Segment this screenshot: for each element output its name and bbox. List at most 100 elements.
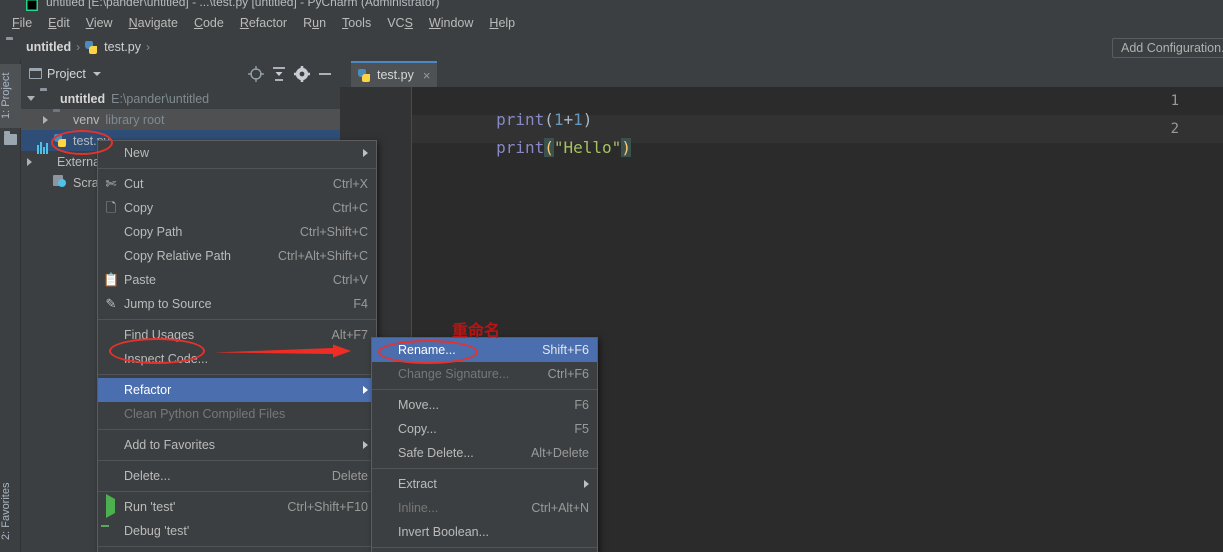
tree-item-untitled[interactable]: untitled E:\pander\untitled [21, 88, 340, 109]
submenu-item-inline: Inline... Ctrl+Alt+N [372, 496, 597, 520]
menu-item-shortcut: Delete [331, 469, 368, 483]
menu-item-label: Refactor [124, 383, 172, 397]
pencil-icon: ✎ [105, 296, 117, 311]
chevron-right-icon [363, 149, 368, 157]
rail-button-favorites[interactable]: 2: Favorites [0, 474, 21, 548]
line-number: 1 [1170, 93, 1179, 109]
chevron-right-icon [363, 441, 368, 449]
menu-refactor[interactable]: Refactor [232, 14, 295, 32]
structure-icon[interactable] [4, 131, 17, 145]
breadcrumb[interactable]: untitled › test.py › [6, 40, 154, 55]
menu-item-jump-to-source[interactable]: ✎ Jump to Source F4 [98, 292, 376, 316]
add-configuration-button[interactable]: Add Configuration... [1112, 38, 1223, 58]
menu-item-cut[interactable]: ✄ Cut Ctrl+X [98, 172, 376, 196]
menu-separator [98, 546, 376, 547]
collapse-all-icon[interactable] [268, 63, 290, 85]
breadcrumb-separator-1: › [76, 40, 81, 54]
library-icon [37, 142, 52, 169]
menu-item-shortcut: Ctrl+F6 [547, 367, 589, 381]
menu-item-shortcut: Ctrl+Shift+C [299, 225, 368, 239]
menu-item-debug-test[interactable]: Debug 'test' [98, 519, 376, 543]
breadcrumb-file[interactable]: test.py [104, 40, 141, 54]
chevron-right-icon[interactable] [43, 115, 48, 124]
debug-icon [103, 523, 119, 539]
menu-edit[interactable]: Edit [40, 14, 78, 32]
menu-code[interactable]: Code [186, 14, 232, 32]
menu-item-shortcut: Alt+Delete [530, 446, 589, 460]
tree-item-subtitle: library root [105, 112, 165, 127]
menu-item-label: Inspect Code... [124, 352, 209, 366]
menu-item-label: Delete... [124, 469, 171, 483]
menu-view[interactable]: View [78, 14, 121, 32]
menu-item-inspect-code[interactable]: Inspect Code... [98, 347, 376, 371]
tree-item-venv[interactable]: venv library root [21, 109, 340, 130]
menu-item-paste[interactable]: 📋 Paste Ctrl+V [98, 268, 376, 292]
close-icon[interactable]: × [423, 69, 431, 82]
chevron-right-icon [584, 480, 589, 488]
title-bar: untitled [E:\pander\untitled] - ...\test… [0, 0, 1223, 12]
menu-item-shortcut: Ctrl+Alt+Shift+C [278, 249, 368, 263]
submenu-item-rename[interactable]: Rename... Shift+F6 [372, 338, 597, 362]
submenu-item-safe-delete[interactable]: Safe Delete... Alt+Delete [372, 441, 597, 465]
copy-icon: 🗋 [105, 200, 117, 215]
menu-item-delete[interactable]: Delete... Delete [98, 464, 376, 488]
menu-help[interactable]: Help [481, 14, 523, 32]
line-number: 2 [1170, 121, 1179, 137]
menu-item-shortcut: F5 [574, 422, 589, 436]
menu-item-label: Invert Boolean... [398, 525, 490, 539]
project-panel-toolbar [244, 60, 336, 88]
submenu-item-invert-boolean[interactable]: Invert Boolean... [372, 520, 597, 544]
menu-file[interactable]: File [4, 14, 40, 32]
menu-item-shortcut: F6 [574, 398, 589, 412]
menu-item-run-test[interactable]: Run 'test' Ctrl+Shift+F10 [98, 494, 376, 519]
menu-item-label: Paste [124, 273, 156, 287]
menu-item-shortcut: Ctrl+C [332, 201, 368, 215]
menu-item-label: Clean Python Compiled Files [124, 407, 286, 421]
breadcrumb-separator-2: › [145, 40, 150, 54]
submenu-item-move[interactable]: Move... F6 [372, 393, 597, 417]
menu-item-refactor[interactable]: Refactor [98, 378, 376, 402]
menu-item-find-usages[interactable]: Find Usages Alt+F7 [98, 323, 376, 347]
chevron-right-icon[interactable] [27, 157, 32, 166]
file-context-menu[interactable]: New ✄ Cut Ctrl+X 🗋 Copy Ctrl+C Copy Path… [97, 140, 377, 552]
tab-test-py[interactable]: test.py × [351, 61, 438, 87]
pycharm-window: untitled [E:\pander\untitled] - ...\test… [0, 0, 1223, 552]
window-title: untitled [E:\pander\untitled] - ...\test… [46, 0, 440, 9]
menu-item-copy-relative-path[interactable]: Copy Relative Path Ctrl+Alt+Shift+C [98, 244, 376, 268]
menu-item-copy[interactable]: 🗋 Copy Ctrl+C [98, 196, 376, 220]
refactor-submenu[interactable]: Rename... Shift+F6 Change Signature... C… [371, 337, 598, 552]
menu-item-label: Copy... [398, 422, 437, 436]
menu-window[interactable]: Window [421, 14, 481, 32]
gear-icon[interactable] [291, 63, 313, 85]
submenu-item-extract[interactable]: Extract [372, 472, 597, 496]
menu-item-shortcut: Ctrl+Alt+N [531, 501, 589, 515]
rail-button-project[interactable]: 1: Project [0, 64, 21, 128]
locate-icon[interactable] [245, 63, 267, 85]
menu-tools[interactable]: Tools [334, 14, 379, 32]
chevron-down-icon[interactable] [27, 96, 35, 101]
chevron-down-icon[interactable] [92, 72, 101, 76]
menu-item-shortcut: Ctrl+Shift+F10 [287, 500, 368, 514]
scratches-icon [53, 175, 68, 190]
project-panel-title: Project [47, 67, 86, 81]
menu-separator [98, 168, 376, 169]
tree-item-label: venv [73, 112, 100, 127]
menu-item-copy-path[interactable]: Copy Path Ctrl+Shift+C [98, 220, 376, 244]
menu-separator [98, 460, 376, 461]
paste-icon: 📋 [103, 272, 120, 287]
hide-icon[interactable] [314, 63, 336, 85]
menu-separator [98, 374, 376, 375]
menu-vcs[interactable]: VCS [379, 14, 421, 32]
menu-run[interactable]: Run [295, 14, 334, 32]
menu-item-new[interactable]: New [98, 141, 376, 165]
menu-item-shortcut: Ctrl+X [332, 177, 368, 191]
folder-icon [40, 91, 55, 106]
left-tool-rail: 1: Project 2: Favorites [0, 60, 21, 552]
menu-item-add-to-favorites[interactable]: Add to Favorites [98, 433, 376, 457]
menu-navigate[interactable]: Navigate [121, 14, 186, 32]
menu-item-label: Safe Delete... [398, 446, 474, 460]
breadcrumb-project[interactable]: untitled [26, 40, 71, 54]
menu-separator [98, 491, 376, 492]
menu-bar[interactable]: File Edit View Navigate Code Refactor Ru… [0, 12, 1223, 34]
submenu-item-copy[interactable]: Copy... F5 [372, 417, 597, 441]
